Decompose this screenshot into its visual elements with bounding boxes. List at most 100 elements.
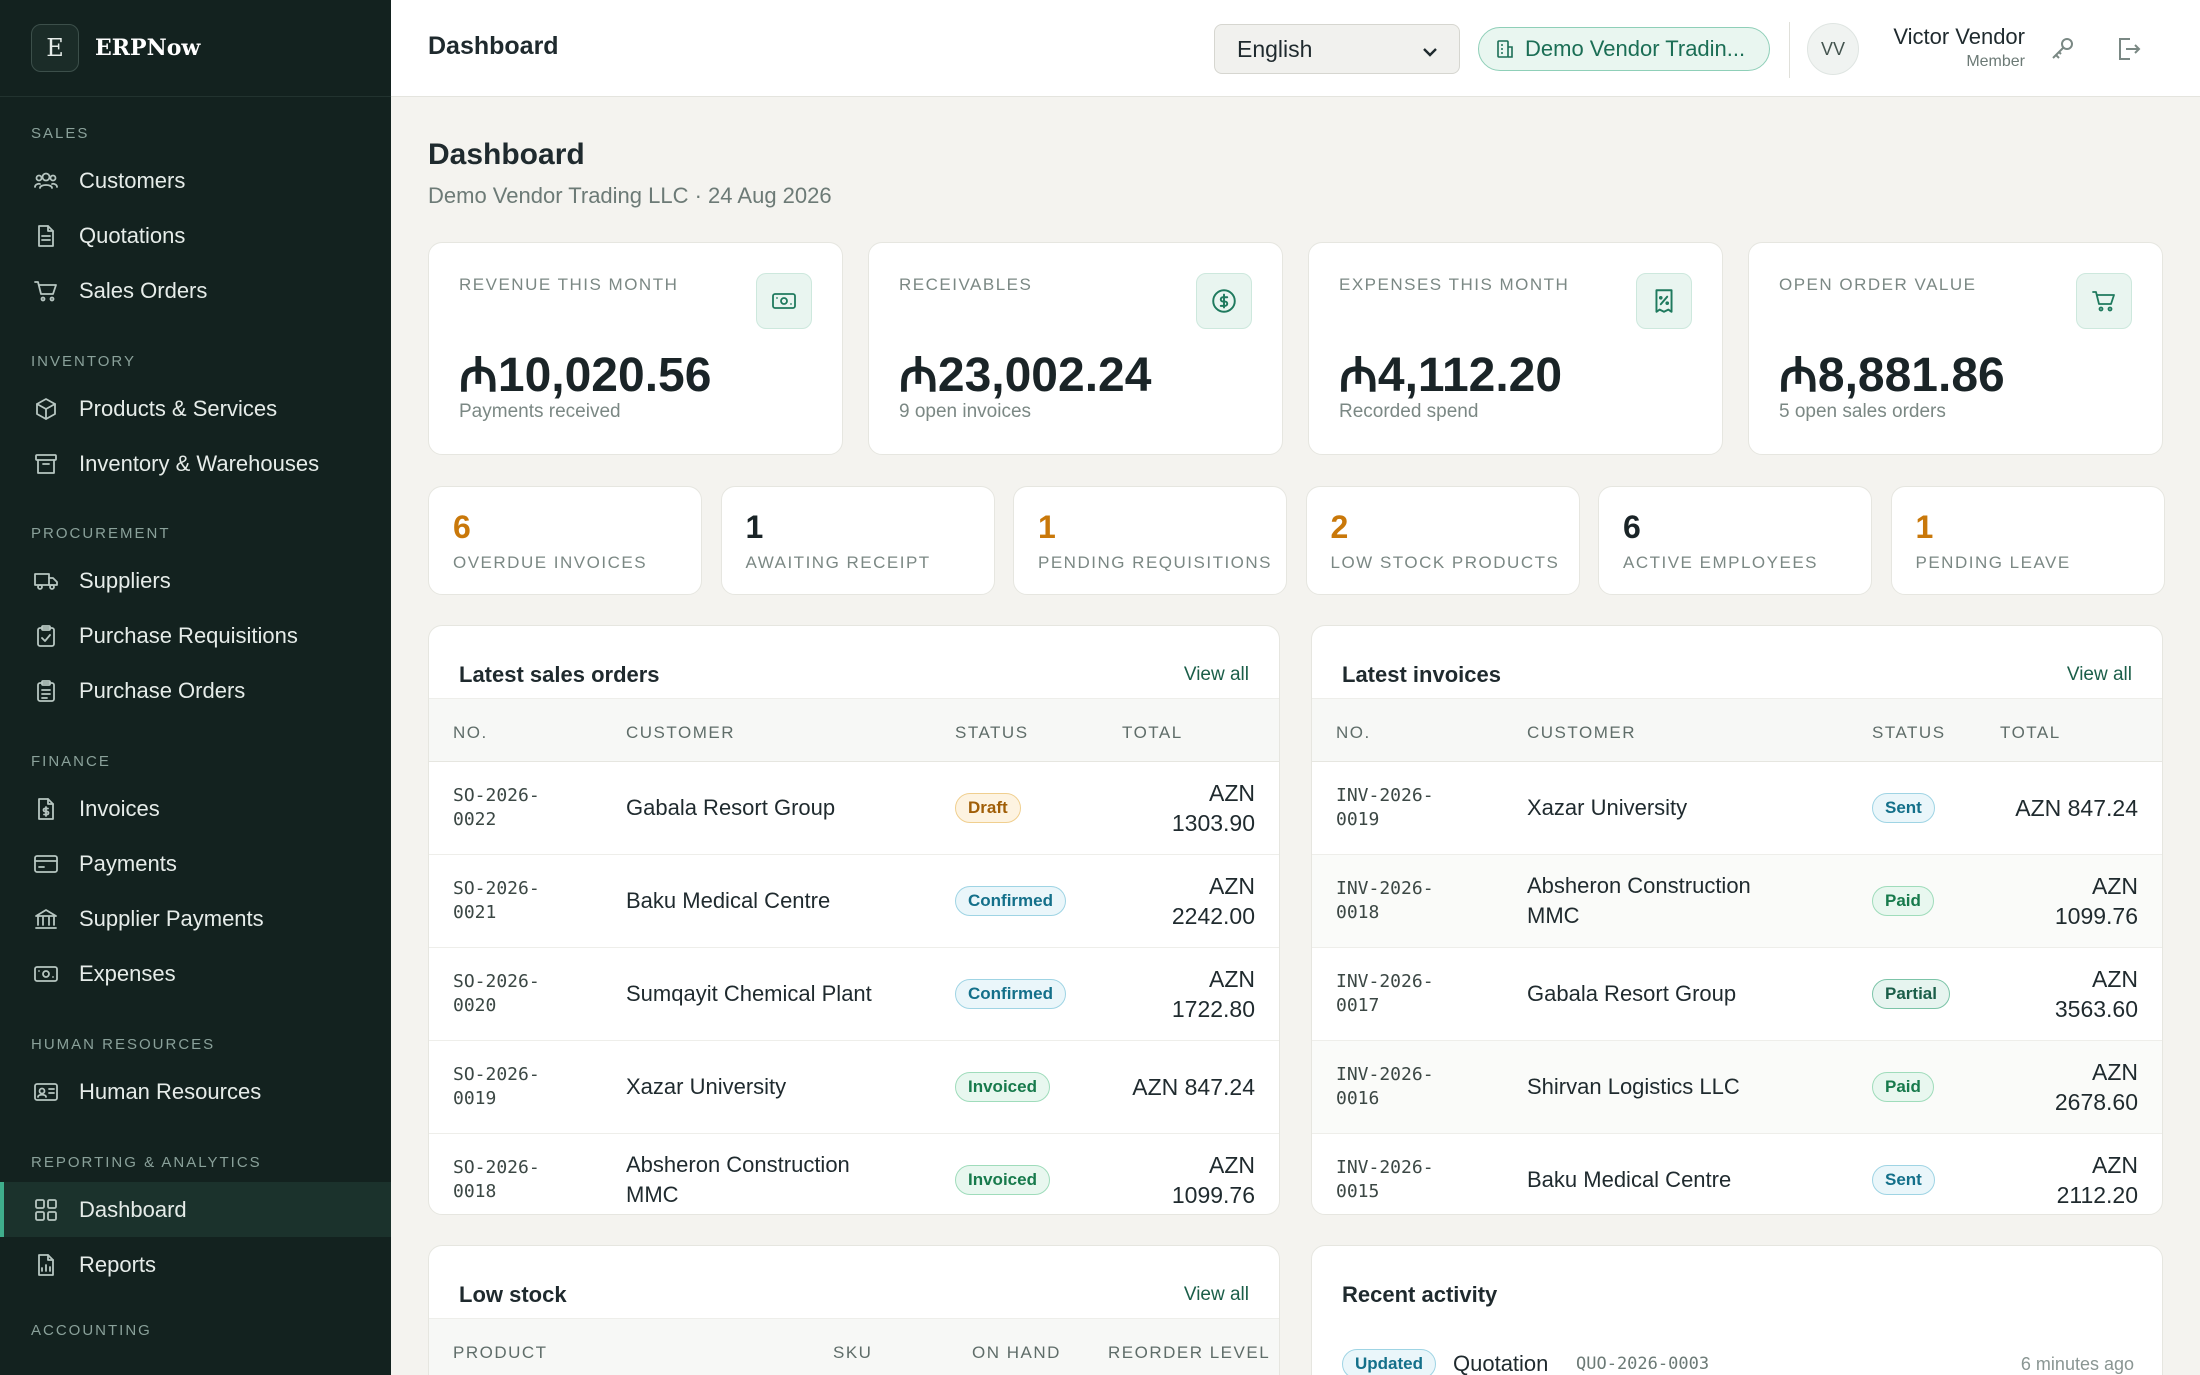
- table-row[interactable]: INV-2026- 0019 Xazar University Sent AZN 847…: [1312, 762, 2162, 855]
- table-row[interactable]: SO-2026- 0019 Xazar University Invoiced AZN …: [429, 1041, 1279, 1134]
- kpi-note: Recorded spend: [1339, 401, 1479, 422]
- view-all-sales-orders-link[interactable]: View all: [1184, 664, 1249, 686]
- cell-number[interactable]: SO-2026- 0021: [453, 877, 540, 925]
- cart-icon: [31, 276, 61, 306]
- stat-card-low-stock-products[interactable]: 2 LOW STOCK PRODUCTS: [1305, 486, 1580, 595]
- column-header-no[interactable]: NO.: [1336, 723, 1371, 743]
- table-row[interactable]: SO-2026- 0018 Absheron Construction MMC Invo…: [429, 1134, 1279, 1214]
- view-all-invoices-link[interactable]: View all: [2067, 664, 2132, 686]
- column-header-customer[interactable]: CUSTOMER: [1527, 723, 1636, 743]
- topbar-divider: [1789, 22, 1790, 78]
- sidebar-item-payments[interactable]: Payments: [0, 836, 391, 891]
- logout-icon[interactable]: [2111, 32, 2145, 66]
- status-badge: Sent: [1872, 1165, 1935, 1195]
- truck-icon: [31, 566, 61, 596]
- stat-card-pending-requisitions[interactable]: 1 PENDING REQUISITIONS: [1013, 486, 1287, 595]
- kpi-card-receivables: RECEIVABLES ₼23,002.24 9 open invoices: [868, 242, 1283, 455]
- cell-total: AZN 1099.76: [1171, 1152, 1255, 1208]
- activity-item[interactable]: Updated Quotation QUO-2026-0003 6 minute…: [1342, 1349, 2134, 1375]
- cell-number[interactable]: INV-2026- 0016: [1336, 1063, 1434, 1111]
- sidebar-item-purchase-requisitions[interactable]: Purchase Requisitions: [0, 608, 391, 663]
- table-row[interactable]: INV-2026- 0018 Absheron Construction MMC Pai…: [1312, 855, 2162, 948]
- cell-number[interactable]: SO-2026- 0019: [453, 1063, 540, 1111]
- sidebar-item-label: Inventory & Warehouses: [79, 450, 320, 476]
- cell-number[interactable]: INV-2026- 0019: [1336, 784, 1434, 832]
- kpi-card-revenue-this-month: REVENUE THIS MONTH ₼10,020.56 Payments r…: [428, 242, 843, 455]
- sidebar-item-quotations[interactable]: Quotations: [0, 208, 391, 263]
- column-header-status[interactable]: STATUS: [955, 723, 1029, 743]
- key-icon[interactable]: [2046, 32, 2080, 66]
- dollar-circle-icon: [1196, 273, 1252, 329]
- column-header-sku[interactable]: SKU: [833, 1343, 872, 1363]
- cell-total: AZN 1099.76: [2054, 873, 2138, 929]
- language-select[interactable]: English: [1214, 24, 1460, 74]
- sidebar-item-products-and-services[interactable]: Products & Services: [0, 381, 391, 436]
- page-title: Dashboard: [428, 138, 585, 171]
- clipboard-icon: [31, 621, 61, 651]
- cell-number[interactable]: SO-2026- 0018: [453, 1156, 540, 1204]
- kpi-label: EXPENSES THIS MONTH: [1339, 275, 1570, 294]
- brand[interactable]: E ERPNow: [0, 0, 391, 97]
- panel-title: Latest sales orders: [459, 662, 660, 687]
- kpi-label: RECEIVABLES: [899, 275, 1033, 294]
- latest-invoices-panel: Latest invoices View all NO. CUSTOMER ST…: [1311, 625, 2163, 1215]
- sidebar-item-purchase-orders[interactable]: Purchase Orders: [0, 663, 391, 718]
- stat-card-active-employees[interactable]: 6 ACTIVE EMPLOYEES: [1598, 486, 1872, 595]
- stat-value: 2: [1330, 509, 1349, 545]
- grid-icon: [31, 1195, 61, 1225]
- company-switcher[interactable]: Demo Vendor Tradin...: [1478, 27, 1770, 71]
- sidebar-item-expenses[interactable]: Expenses: [0, 946, 391, 1001]
- sidebar-section-sales: SALES: [31, 125, 90, 142]
- column-header-no[interactable]: NO.: [453, 723, 488, 743]
- column-header-on-hand[interactable]: ON HAND: [972, 1343, 1061, 1363]
- cell-customer: Absheron Construction MMC: [1527, 873, 1751, 928]
- sidebar-item-human-resources[interactable]: Human Resources: [0, 1064, 391, 1119]
- cell-number[interactable]: SO-2026- 0022: [453, 784, 540, 832]
- kpi-note: Payments received: [459, 401, 621, 422]
- sidebar-item-suppliers[interactable]: Suppliers: [0, 553, 391, 608]
- sidebar-section-human-resources: HUMAN RESOURCES: [31, 1036, 216, 1053]
- column-header-total[interactable]: TOTAL: [2000, 723, 2061, 743]
- column-header-total[interactable]: TOTAL: [1122, 723, 1183, 743]
- table-row[interactable]: INV-2026- 0015 Baku Medical Centre Sent AZN 2…: [1312, 1134, 2162, 1214]
- cell-number[interactable]: INV-2026- 0015: [1336, 1156, 1434, 1204]
- column-header-product[interactable]: PRODUCT: [453, 1343, 548, 1363]
- sidebar-item-supplier-payments[interactable]: Supplier Payments: [0, 891, 391, 946]
- table-row[interactable]: INV-2026- 0017 Gabala Resort Group Partial A…: [1312, 948, 2162, 1041]
- stat-value: 1: [745, 509, 764, 545]
- stat-card-overdue-invoices[interactable]: 6 OVERDUE INVOICES: [428, 486, 702, 595]
- kpi-card-expenses-this-month: EXPENSES THIS MONTH ₼4,112.20 Recorded s…: [1308, 242, 1723, 455]
- table-row[interactable]: SO-2026- 0021 Baku Medical Centre Confirmed…: [429, 855, 1279, 948]
- sidebar-item-customers[interactable]: Customers: [0, 153, 391, 208]
- activity-badge: Updated: [1342, 1349, 1436, 1375]
- stat-card-awaiting-receipt[interactable]: 1 AWAITING RECEIPT: [720, 486, 995, 595]
- view-all-low-stock-link[interactable]: View all: [1184, 1284, 1249, 1306]
- column-header-customer[interactable]: CUSTOMER: [626, 723, 735, 743]
- cell-number[interactable]: SO-2026- 0020: [453, 970, 540, 1018]
- sidebar-item-reports[interactable]: Reports: [0, 1237, 391, 1292]
- table-row[interactable]: INV-2026- 0016 Shirvan Logistics LLC Paid AZ…: [1312, 1041, 2162, 1134]
- sidebar-item-inventory-and-warehouses[interactable]: Inventory & Warehouses: [0, 436, 391, 491]
- cell-number[interactable]: INV-2026- 0017: [1336, 970, 1434, 1018]
- status-badge: Sent: [1872, 793, 1935, 823]
- column-header-reorder-level[interactable]: REORDER LEVEL: [1108, 1343, 1270, 1363]
- table-header: PRODUCT SKU ON HAND REORDER LEVEL: [429, 1318, 1279, 1375]
- stat-value: 6: [1623, 509, 1641, 545]
- column-header-status[interactable]: STATUS: [1872, 723, 1946, 743]
- sidebar-item-invoices[interactable]: Invoices: [0, 781, 391, 836]
- stat-card-pending-leave[interactable]: 1 PENDING LEAVE: [1890, 486, 2165, 595]
- cell-number[interactable]: INV-2026- 0018: [1336, 877, 1434, 925]
- table-row[interactable]: SO-2026- 0022 Gabala Resort Group Draft AZN 1…: [429, 762, 1279, 855]
- table-row[interactable]: SO-2026- 0020 Sumqayit Chemical Plant Confi…: [429, 948, 1279, 1041]
- avatar[interactable]: VV: [1807, 23, 1859, 75]
- activity-entity: Quotation: [1453, 1351, 1549, 1375]
- sidebar-item-label: Payments: [79, 850, 177, 876]
- sidebar-item-sales-orders[interactable]: Sales Orders: [0, 263, 391, 318]
- cell-total: AZN 847.24: [1132, 1074, 1255, 1100]
- stat-label: PENDING REQUISITIONS: [1038, 553, 1273, 572]
- kpi-note: 9 open invoices: [899, 401, 1032, 422]
- sidebar-item-label: Expenses: [79, 960, 176, 986]
- kpi-label: REVENUE THIS MONTH: [459, 275, 679, 294]
- building-icon: [1495, 39, 1515, 59]
- sidebar-item-dashboard[interactable]: Dashboard: [0, 1182, 391, 1237]
